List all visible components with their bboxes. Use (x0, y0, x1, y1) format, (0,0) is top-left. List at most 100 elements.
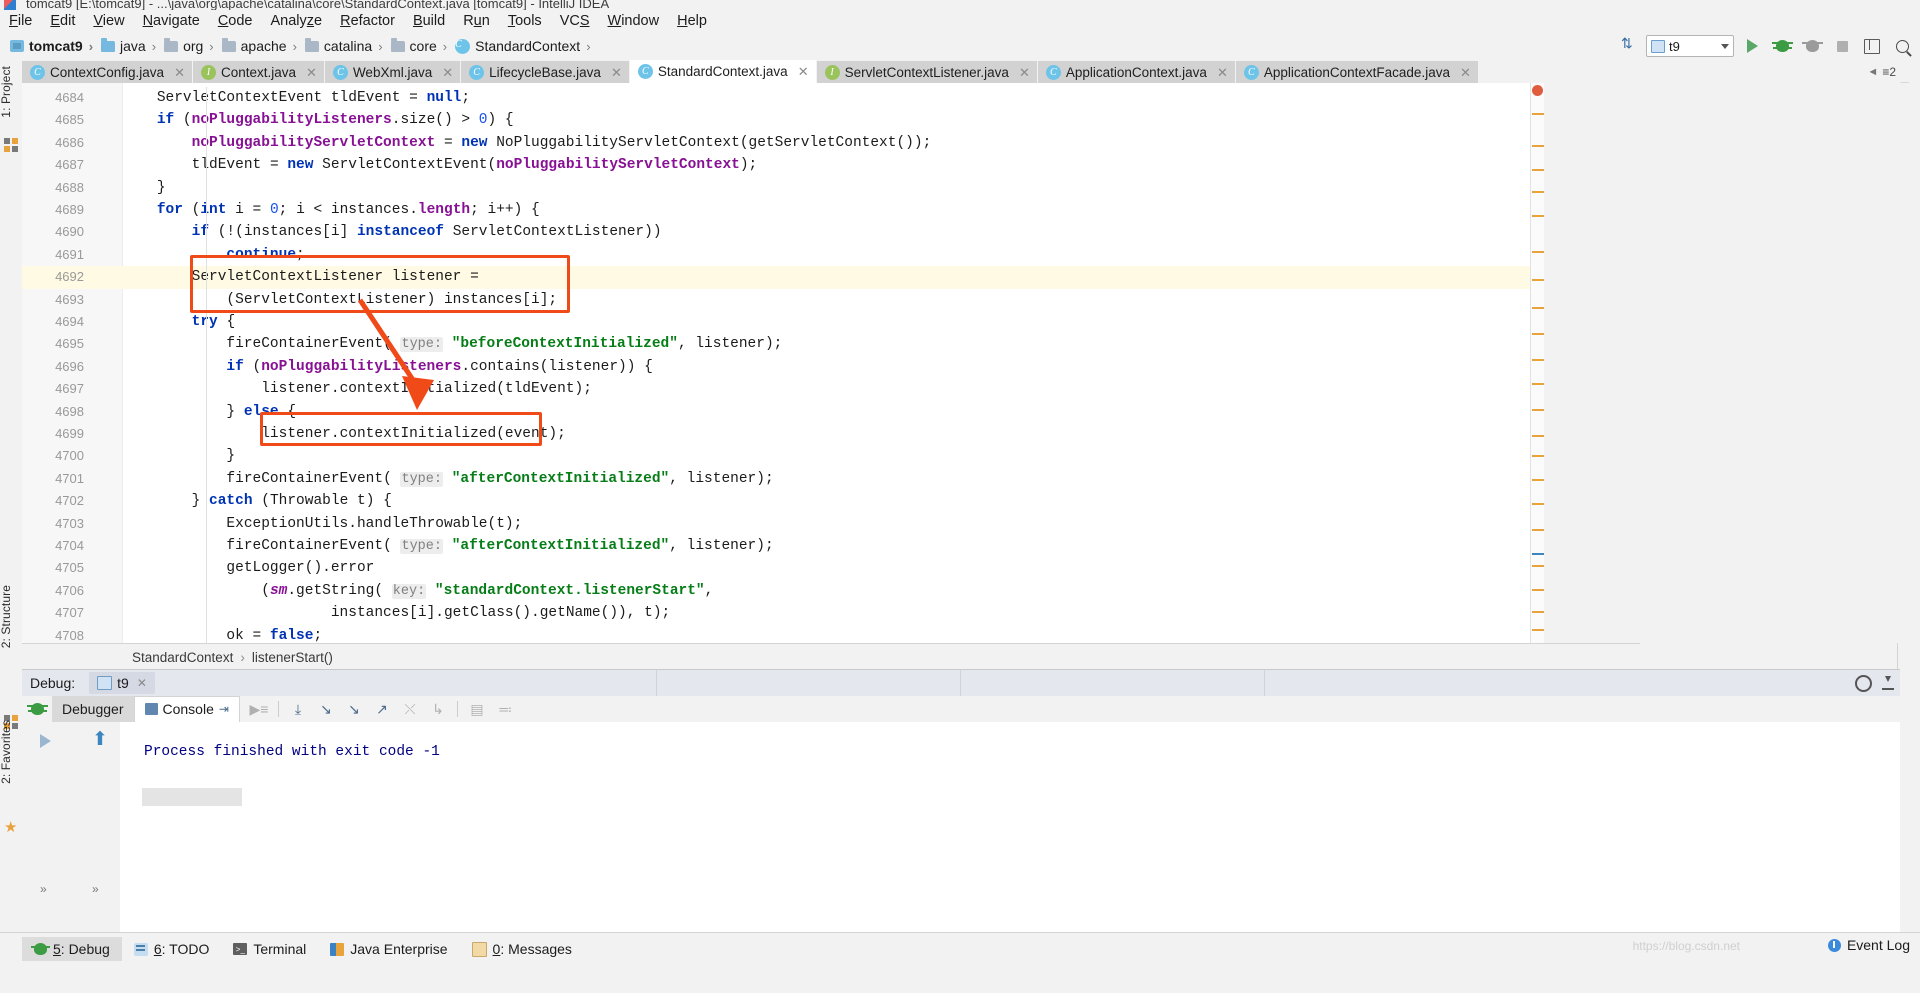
menu-item-vcs[interactable]: VCS (551, 11, 599, 31)
close-icon[interactable]: ✕ (1217, 66, 1228, 79)
editor-tab-context[interactable]: I Context.java ✕ (192, 61, 325, 83)
editor-tab-standardcontext[interactable]: C StandardContext.java ✕ (629, 60, 817, 83)
code-line[interactable]: ServletContextListener listener = (122, 266, 479, 288)
close-icon[interactable]: ✕ (174, 66, 185, 79)
menu-item-tools[interactable]: Tools (499, 11, 551, 31)
code-line[interactable]: try { (122, 311, 236, 333)
editor-tab-webxml[interactable]: C WebXml.java ✕ (324, 61, 462, 83)
breadcrumb-class[interactable]: StandardContext (132, 650, 233, 665)
menu-item-build[interactable]: Build (404, 11, 454, 31)
show-execution-point-icon[interactable]: ▶≡ (246, 698, 272, 720)
editor-tab-applicationcontextfacade[interactable]: C ApplicationContextFacade.java ✕ (1235, 61, 1479, 83)
resume-program-icon[interactable] (40, 734, 51, 748)
error-stripe-gutter[interactable] (1530, 83, 1545, 643)
menu-item-help[interactable]: Help (668, 11, 716, 31)
error-stripe-marker[interactable] (1532, 333, 1544, 335)
status-tab-debug[interactable]: 5: Debug (22, 937, 122, 961)
error-stripe-marker[interactable] (1532, 479, 1544, 481)
star-icon[interactable]: ★ (4, 820, 18, 835)
code-line[interactable]: (ServletContextListener) instances[i]; (122, 289, 557, 311)
menu-item-edit[interactable]: Edit (41, 11, 84, 31)
breadcrumb-item-tomcat9[interactable]: tomcat9 › (8, 32, 99, 60)
menu-item-navigate[interactable]: Navigate (134, 11, 209, 31)
code-line[interactable]: if (!(instances[i] instanceof ServletCon… (122, 221, 662, 243)
scroll-to-top-icon[interactable]: ⬆ (92, 730, 108, 749)
error-stripe-marker[interactable] (1532, 611, 1544, 613)
error-stripe-marker[interactable] (1532, 435, 1544, 437)
close-icon[interactable]: ✕ (798, 65, 809, 78)
error-stripe-marker[interactable] (1532, 191, 1544, 193)
error-stripe-marker[interactable] (1532, 503, 1544, 505)
search-everywhere-button[interactable] (1890, 35, 1914, 57)
error-stripe-marker[interactable] (1532, 553, 1544, 555)
close-icon[interactable]: ✕ (1019, 66, 1030, 79)
code-line[interactable]: if (noPluggabilityListeners.size() > 0) … (122, 109, 514, 131)
code-line[interactable]: } (122, 177, 166, 199)
error-stripe-marker[interactable] (1532, 169, 1544, 171)
debug-session-tab[interactable]: t9 ✕ (89, 672, 155, 694)
code-line[interactable]: } catch (Throwable t) { (122, 490, 392, 512)
code-line[interactable]: ExceptionUtils.handleThrowable(t); (122, 513, 522, 535)
error-stripe-marker[interactable] (1532, 629, 1544, 631)
code-line[interactable]: continue; (122, 244, 304, 266)
error-stripe-marker[interactable] (1532, 383, 1544, 385)
sidebar-item-favorites[interactable]: 2: Favorites (0, 720, 21, 784)
gear-icon[interactable] (1855, 674, 1872, 692)
breadcrumb-method[interactable]: listenerStart() (252, 650, 333, 665)
status-tab-javaenterprise[interactable]: Java Enterprise (318, 937, 459, 961)
code-editor[interactable]: 4684 4685 4686 4687 4688 4689 4690 4691 4692 4693… (22, 83, 1530, 643)
breadcrumb-item-org[interactable]: org › (162, 32, 220, 60)
evaluate-expression-icon[interactable]: ▤ (464, 698, 490, 720)
menu-item-code[interactable]: Code (209, 11, 262, 31)
close-icon[interactable]: ✕ (442, 66, 453, 79)
code-line[interactable]: fireContainerEvent( type: "afterContextI… (122, 535, 774, 557)
collapse-icon[interactable]: ◄ (1867, 66, 1878, 78)
close-icon[interactable]: ✕ (306, 66, 317, 79)
error-stripe-marker[interactable] (1532, 279, 1544, 281)
run-to-cursor-icon[interactable]: ↳ (425, 698, 451, 720)
error-stripe-marker[interactable] (1532, 359, 1544, 361)
menu-item-file[interactable]: File (0, 11, 41, 31)
error-stripe-marker[interactable] (1532, 307, 1544, 309)
breadcrumb-item-standardcontext[interactable]: C StandardContext › (453, 32, 596, 60)
code-line[interactable]: listener.contextInitialized(event); (122, 423, 566, 445)
menu-item-view[interactable]: View (84, 11, 133, 31)
code-line[interactable]: instances[i].getClass().getName()), t); (122, 602, 670, 624)
status-tab-terminal[interactable]: >_ Terminal (221, 937, 318, 961)
code-line[interactable]: fireContainerEvent( type: "afterContextI… (122, 468, 774, 490)
step-into-icon[interactable]: ↘ (313, 698, 339, 720)
stop-button[interactable] (1830, 35, 1854, 57)
error-stripe-marker[interactable] (1532, 589, 1544, 591)
settings-icon[interactable]: ≕ (492, 698, 518, 720)
breadcrumb-item-core[interactable]: core › (389, 32, 454, 60)
code-line[interactable]: if (noPluggabilityListeners.contains(lis… (122, 356, 652, 378)
event-log-button[interactable]: Event Log (1827, 937, 1910, 953)
code-line[interactable]: listener.contextInitialized(tldEvent); (122, 378, 592, 400)
code-line[interactable]: for (int i = 0; i < instances.length; i+… (122, 199, 540, 221)
sidebar-item-project[interactable]: 1: Project (0, 66, 21, 118)
code-line[interactable]: (sm.getString( key: "standardContext.lis… (122, 580, 713, 602)
code-content[interactable]: ServletContextEvent tldEvent = null; if … (122, 83, 1530, 643)
editor-tab-servletcontextlistener[interactable]: I ServletContextListener.java ✕ (816, 61, 1038, 83)
close-icon[interactable]: ✕ (1460, 66, 1471, 79)
minimize-icon[interactable] (1882, 676, 1894, 690)
status-tab-messages[interactable]: 0: Messages (460, 937, 584, 961)
close-icon[interactable]: ✕ (137, 676, 147, 690)
breadcrumb-item-apache[interactable]: apache › (220, 32, 303, 60)
code-line[interactable]: tldEvent = new ServletContextEvent(noPlu… (122, 154, 758, 176)
editor-tab-applicationcontext[interactable]: C ApplicationContext.java ✕ (1037, 61, 1236, 83)
error-stripe-marker[interactable] (1532, 251, 1544, 253)
error-stripe-marker[interactable] (1532, 113, 1544, 115)
status-tab-todo[interactable]: 6: TODO (122, 937, 222, 961)
error-count-icon[interactable] (1532, 85, 1543, 96)
console-output-area[interactable]: Process finished with exit code -1 (120, 722, 1900, 933)
code-line[interactable]: noPluggabilityServletContext = new NoPlu… (122, 132, 932, 154)
code-line[interactable]: ok = false; (122, 625, 322, 643)
sidebar-item-structure[interactable]: 2: Structure (0, 585, 21, 648)
error-stripe-marker[interactable] (1532, 215, 1544, 217)
editor-tab-lifecyclebase[interactable]: C LifecycleBase.java ✕ (461, 61, 630, 83)
menu-item-analyze[interactable]: Analyze (262, 11, 332, 31)
run-button[interactable] (1740, 35, 1764, 57)
breadcrumb-item-java[interactable]: java › (99, 32, 162, 60)
code-line[interactable]: } else { (122, 401, 296, 423)
